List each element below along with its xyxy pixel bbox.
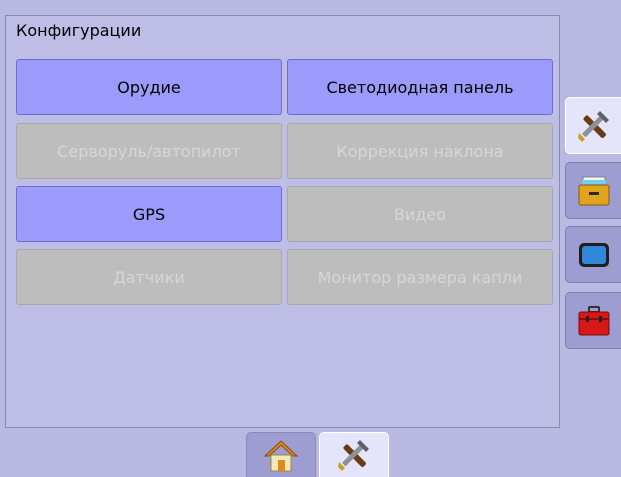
home-icon	[263, 440, 299, 472]
screen: Конфигурации Орудие Светодиодная панель …	[0, 0, 621, 477]
side-tab-configuration[interactable]	[565, 97, 621, 154]
bottom-tab-home[interactable]	[246, 432, 316, 477]
panel-title: Конфигурации	[16, 21, 142, 40]
side-tab-tools[interactable]	[565, 292, 621, 349]
bottom-tab-setup[interactable]	[319, 432, 389, 477]
autosteer-button: Серворуль/автопилот	[16, 123, 282, 179]
file-drawer-icon	[578, 176, 609, 205]
side-tab-display[interactable]	[565, 226, 621, 283]
side-tab-bar	[565, 0, 621, 477]
side-tab-data[interactable]	[565, 162, 621, 219]
implement-button[interactable]: Орудие	[16, 59, 282, 115]
droplet-monitor-button: Монитор размера капли	[287, 249, 553, 305]
lightbar-button[interactable]: Светодиодная панель	[287, 59, 553, 115]
screen-icon	[578, 242, 609, 267]
tools-icon	[338, 440, 369, 471]
configurations-panel: Конфигурации Орудие Светодиодная панель …	[5, 15, 560, 428]
gps-button[interactable]: GPS	[16, 186, 282, 242]
tools-icon	[577, 110, 609, 142]
tilt-correction-button: Коррекция наклона	[287, 123, 553, 179]
toolbox-icon	[578, 305, 609, 335]
sensors-button: Датчики	[16, 249, 282, 305]
video-button: Видео	[287, 186, 553, 242]
